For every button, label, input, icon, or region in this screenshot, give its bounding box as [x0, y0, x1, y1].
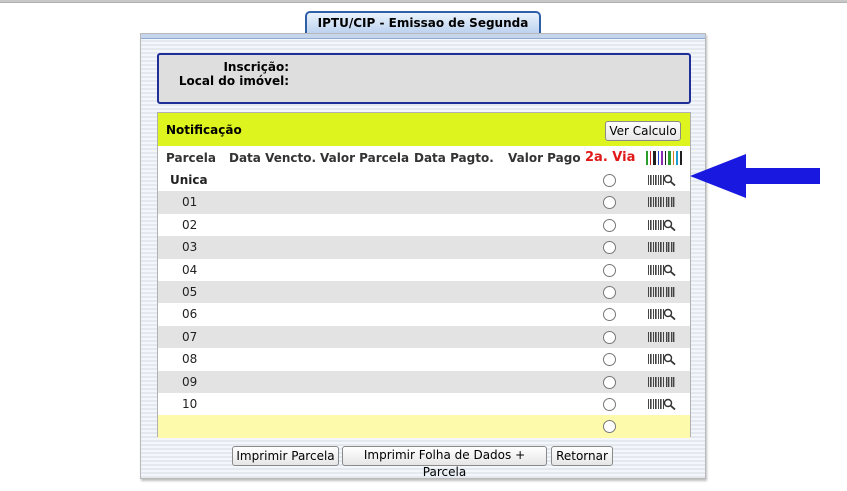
- parcela-label: 05: [182, 284, 198, 299]
- imprimir-parcela-button[interactable]: Imprimir Parcela: [232, 446, 339, 466]
- header-data-vencto: Data Vencto.: [229, 151, 317, 165]
- installments-panel: Notificação Ver Calculo Parcela Data Ven…: [157, 112, 691, 438]
- table-row: 08: [158, 348, 690, 370]
- table-row: 09: [158, 370, 690, 393]
- table-row: 07: [158, 325, 690, 349]
- table-row: 01: [158, 191, 690, 214]
- segunda-via-radio[interactable]: [603, 174, 616, 187]
- parcela-label: 09: [182, 374, 198, 389]
- notificacao-label: Notificação: [166, 123, 242, 137]
- header-data-pagto: Data Pagto.: [414, 151, 494, 165]
- table-row: 04: [158, 259, 690, 281]
- table-row: 02: [158, 214, 690, 236]
- imprimir-folha-button[interactable]: Imprimir Folha de Dados + Parcela: [342, 446, 547, 479]
- barcode-search-icon[interactable]: [648, 219, 676, 231]
- segunda-via-radio[interactable]: [603, 375, 616, 389]
- header-valor-parcela: Valor Parcela: [320, 151, 410, 165]
- parcela-label: 01: [182, 195, 198, 210]
- parcela-label: 08: [182, 352, 198, 367]
- header-valor-pago: Valor Pago: [508, 151, 581, 165]
- barcode-search-icon[interactable]: [648, 398, 676, 410]
- barcode-icon: [646, 151, 682, 165]
- table-row: 03: [158, 236, 690, 259]
- main-frame: Inscrição: Local do imóvel: Notificação …: [140, 33, 706, 479]
- segunda-via-radio[interactable]: [603, 397, 616, 411]
- table-row: 05: [158, 280, 690, 304]
- segunda-via-radio[interactable]: [603, 218, 616, 232]
- top-divider: [0, 0, 847, 3]
- installments-list: Unica 01 02 03 04 05 06 07 08 09 10: [158, 169, 690, 438]
- header-parcela: Parcela: [166, 151, 216, 165]
- table-row: [158, 415, 690, 438]
- local-imovel-label: Local do imóvel:: [178, 74, 289, 88]
- segunda-via-radio[interactable]: [603, 353, 616, 367]
- barcode-icon[interactable]: [648, 376, 676, 388]
- segunda-via-radio[interactable]: [603, 308, 616, 322]
- barcode-icon[interactable]: [648, 331, 676, 343]
- parcela-label: Unica: [170, 173, 208, 187]
- retornar-button[interactable]: Retornar: [551, 446, 613, 466]
- segunda-via-radio[interactable]: [603, 420, 616, 434]
- arrow-left-icon: [690, 154, 820, 198]
- segunda-via-radio[interactable]: [603, 285, 616, 299]
- table-row: 06: [158, 303, 690, 325]
- segunda-via-radio[interactable]: [603, 196, 616, 210]
- barcode-search-icon[interactable]: [648, 264, 676, 276]
- parcela-label: 10: [182, 396, 198, 411]
- action-buttons: Imprimir Parcela Imprimir Folha de Dados…: [141, 446, 705, 479]
- header-segunda-via: 2a. Via: [585, 150, 636, 165]
- barcode-icon[interactable]: [648, 241, 676, 253]
- inscricao-label: Inscrição:: [223, 60, 289, 74]
- barcode-icon[interactable]: [648, 286, 676, 298]
- barcode-search-icon[interactable]: [648, 308, 676, 321]
- segunda-via-radio[interactable]: [603, 263, 616, 277]
- barcode-search-icon[interactable]: [648, 353, 676, 366]
- ver-calculo-button[interactable]: Ver Calculo: [605, 121, 681, 141]
- barcode-search-icon[interactable]: [648, 174, 676, 186]
- table-row: 10: [158, 393, 690, 415]
- parcela-label: 02: [182, 217, 198, 232]
- property-info-box: Inscrição: Local do imóvel:: [157, 53, 691, 104]
- tab-iptu-cip[interactable]: IPTU/CIP - Emissao de Segunda Via: [305, 11, 541, 51]
- notificacao-bar: Notificação Ver Calculo: [158, 113, 690, 146]
- table-row: Unica: [158, 169, 690, 191]
- parcela-label: 04: [182, 262, 198, 277]
- segunda-via-radio[interactable]: [603, 330, 616, 344]
- frame-top-bar: [141, 34, 705, 39]
- parcela-label: 06: [182, 307, 198, 322]
- parcela-label: 07: [182, 329, 198, 344]
- barcode-icon[interactable]: [648, 196, 676, 208]
- segunda-via-radio[interactable]: [603, 241, 616, 255]
- parcela-label: 03: [182, 240, 198, 255]
